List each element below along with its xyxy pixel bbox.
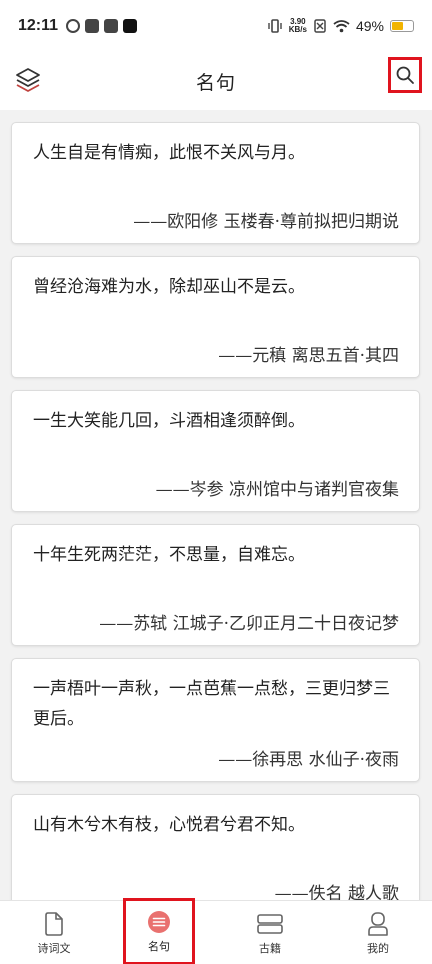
quote-text: 一生大笑能几回，斗酒相逢须醉倒。	[33, 411, 305, 431]
page-title: 名句	[195, 71, 236, 94]
quote-source: ——欧阳修 玉楼春·尊前拟把归期说	[133, 212, 399, 232]
status-time: 12:11	[18, 17, 59, 34]
quote-text: 曾经沧海难为水，除却巫山不是云。	[33, 277, 305, 297]
quote-card[interactable]: 曾经沧海难为水，除却巫山不是云。 ——元稹 离思五首·其四	[11, 256, 420, 378]
battery-percent: 49%	[355, 18, 384, 34]
net-speed-unit: KB/s	[288, 25, 307, 34]
battery-icon	[390, 20, 414, 32]
quote-card[interactable]: 十年生死两茫茫，不思量，自难忘。 ——苏轼 江城子·乙卯正月二十日夜记梦	[11, 524, 420, 646]
quote-source: ——徐再思 水仙子·夜雨	[218, 750, 399, 770]
quote-text: 山有木兮木有枝，心悦君兮君不知。	[33, 815, 305, 835]
tiktok-icon	[123, 19, 138, 33]
quote-source: ——苏轼 江城子·乙卯正月二十日夜记梦	[99, 614, 399, 634]
inbox-icon	[104, 19, 119, 33]
quote-text: 十年生死两茫茫，不思量，自难忘。	[33, 545, 305, 565]
quote-card[interactable]: 一声梧叶一声秋，一点芭蕉一点愁，三更归梦三更后。 ——徐再思 水仙子·夜雨	[11, 658, 420, 782]
battery-fill	[392, 22, 403, 30]
quote-source: ——佚名 越人歌	[274, 884, 399, 900]
quote-text: 人生自是有情痴，此恨不关风与月。	[33, 143, 305, 163]
tab-label: 诗词文	[37, 943, 71, 955]
mail-icon	[85, 19, 100, 33]
quote-list[interactable]: 人生自是有情痴，此恨不关风与月。 ——欧阳修 玉楼春·尊前拟把归期说 曾经沧海难…	[0, 110, 432, 900]
quote-text: 一声梧叶一声秋，一点芭蕉一点愁，三更归梦三更后。	[33, 679, 390, 729]
quote-card[interactable]: 人生自是有情痴，此恨不关风与月。 ——欧阳修 玉楼春·尊前拟把归期说	[11, 122, 420, 244]
quote-source: ——元稹 离思五首·其四	[218, 346, 399, 366]
tab-poems[interactable]: 诗词文	[0, 901, 108, 964]
search-icon	[396, 66, 414, 84]
notification-icons	[66, 19, 138, 33]
document-icon	[42, 912, 66, 936]
list-icon	[147, 910, 171, 934]
layers-icon	[16, 68, 40, 92]
search-button[interactable]	[388, 57, 422, 93]
tab-classics[interactable]: 古籍	[216, 901, 324, 964]
quote-source: ——岑参 凉州馆中与诸判官夜集	[155, 480, 399, 500]
tab-quotes[interactable]: 名句	[123, 898, 195, 964]
net-speed: 3.90 KB/s	[289, 18, 307, 34]
tab-profile[interactable]: 我的	[324, 901, 432, 964]
user-icon	[366, 912, 390, 936]
tab-label: 古籍	[259, 943, 281, 955]
status-bar: 12:11 3.90 KB/s 49%	[0, 0, 432, 52]
layers-button[interactable]	[14, 66, 42, 94]
vibrate-icon	[268, 19, 282, 33]
app-header: 名句	[0, 52, 432, 110]
tab-label: 名句	[148, 941, 170, 953]
book-icon	[256, 912, 284, 936]
status-right: 3.90 KB/s 49%	[267, 18, 414, 34]
tab-label: 我的	[367, 943, 389, 955]
sync-icon	[66, 19, 81, 33]
sim-off-icon	[314, 19, 326, 33]
quote-card[interactable]: 一生大笑能几回，斗酒相逢须醉倒。 ——岑参 凉州馆中与诸判官夜集	[11, 390, 420, 512]
bottom-tab-bar: 诗词文 名句 古籍 我的	[0, 898, 432, 964]
wifi-icon	[333, 20, 350, 33]
quote-card[interactable]: 山有木兮木有枝，心悦君兮君不知。 ——佚名 越人歌	[11, 794, 420, 900]
